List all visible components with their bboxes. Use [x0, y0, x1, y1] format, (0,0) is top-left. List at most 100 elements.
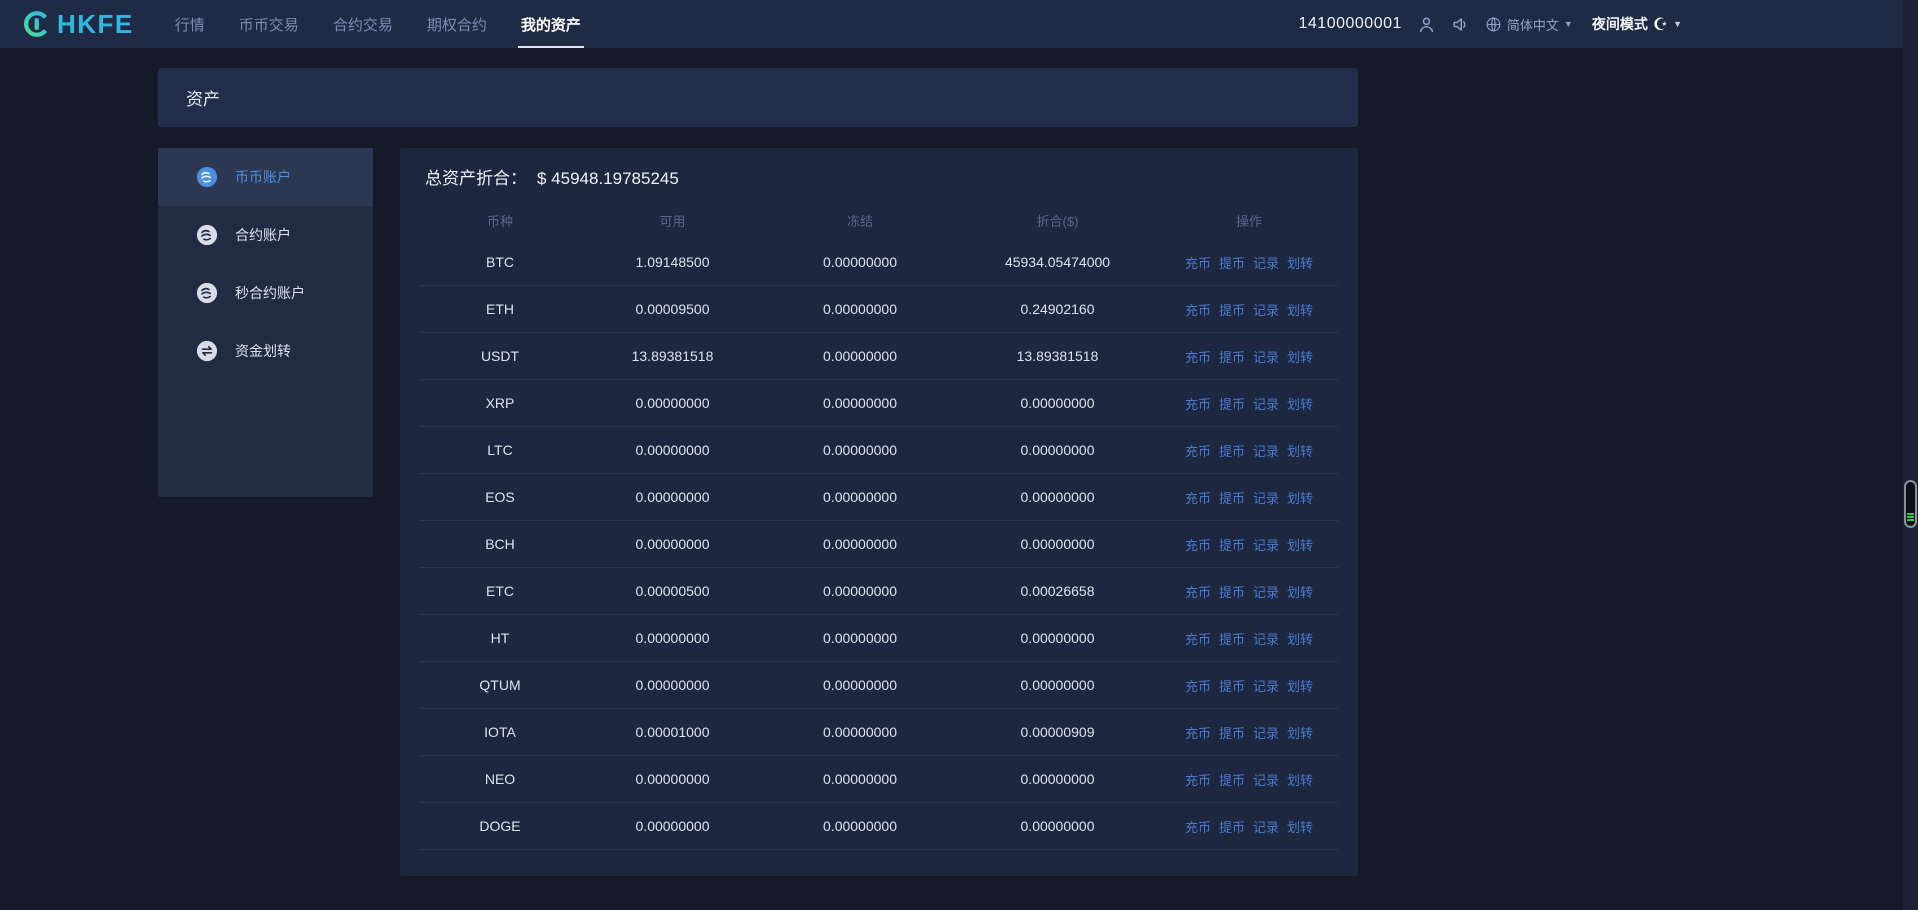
records-link[interactable]: 记录 [1253, 535, 1279, 554]
actions-cell: 充币提币记录划转 [1160, 770, 1338, 789]
deposit-link[interactable]: 充币 [1185, 441, 1211, 460]
converted-cell: 0.00026658 [955, 583, 1160, 599]
records-link[interactable]: 记录 [1253, 394, 1279, 413]
transfer-link[interactable]: 划转 [1287, 723, 1313, 742]
transfer-link[interactable]: 划转 [1287, 347, 1313, 366]
records-link[interactable]: 记录 [1253, 253, 1279, 272]
transfer-link[interactable]: 划转 [1287, 394, 1313, 413]
withdraw-link[interactable]: 提币 [1219, 723, 1245, 742]
frozen-cell: 0.00000000 [765, 301, 955, 317]
speaker-icon[interactable] [1451, 15, 1470, 34]
transfer-link[interactable]: 划转 [1287, 582, 1313, 601]
header-available: 可用 [580, 211, 765, 230]
sidebar-item-fund-transfer[interactable]: 资金划转 [158, 322, 373, 380]
withdraw-link[interactable]: 提币 [1219, 770, 1245, 789]
converted-cell: 45934.05474000 [955, 254, 1160, 270]
converted-cell: 0.00000909 [955, 724, 1160, 740]
header-frozen: 冻结 [765, 211, 955, 230]
transfer-link[interactable]: 划转 [1287, 253, 1313, 272]
frozen-cell: 0.00000000 [765, 818, 955, 834]
nav-item-spot-trade[interactable]: 币币交易 [222, 0, 316, 48]
total-assets-label: 总资产折合： [425, 164, 527, 189]
nav-item-contract-trade[interactable]: 合约交易 [316, 0, 410, 48]
withdraw-link[interactable]: 提币 [1219, 676, 1245, 695]
deposit-link[interactable]: 充币 [1185, 676, 1211, 695]
withdraw-link[interactable]: 提币 [1219, 347, 1245, 366]
records-link[interactable]: 记录 [1253, 347, 1279, 366]
available-cell: 0.00009500 [580, 301, 765, 317]
page-title: 资产 [186, 85, 220, 110]
deposit-link[interactable]: 充币 [1185, 347, 1211, 366]
actions-cell: 充币提币记录划转 [1160, 253, 1338, 272]
theme-selector[interactable]: 夜间模式 ☪ ▼ [1592, 14, 1682, 34]
transfer-link[interactable]: 划转 [1287, 629, 1313, 648]
deposit-link[interactable]: 充币 [1185, 629, 1211, 648]
withdraw-link[interactable]: 提币 [1219, 253, 1245, 272]
deposit-link[interactable]: 充币 [1185, 770, 1211, 789]
transfer-link[interactable]: 划转 [1287, 488, 1313, 507]
scrollbar-thumb[interactable] [1904, 480, 1917, 528]
records-link[interactable]: 记录 [1253, 582, 1279, 601]
sidebar-item-seconds-contract-account[interactable]: 秒合约账户 [158, 264, 373, 322]
nav-item-markets[interactable]: 行情 [158, 0, 222, 48]
available-cell: 0.00000000 [580, 630, 765, 646]
deposit-link[interactable]: 充币 [1185, 488, 1211, 507]
withdraw-link[interactable]: 提币 [1219, 535, 1245, 554]
deposit-link[interactable]: 充币 [1185, 394, 1211, 413]
logo-text: HKFE [57, 9, 134, 40]
coin-cell: DOGE [420, 818, 580, 834]
actions-cell: 充币提币记录划转 [1160, 394, 1338, 413]
records-link[interactable]: 记录 [1253, 488, 1279, 507]
language-selector[interactable]: 简体中文 ▼ [1485, 15, 1573, 34]
available-cell: 0.00000000 [580, 442, 765, 458]
user-icon[interactable] [1417, 15, 1436, 34]
deposit-link[interactable]: 充币 [1185, 300, 1211, 319]
converted-cell: 0.00000000 [955, 395, 1160, 411]
assets-table: 币种 可用 冻结 折合($) 操作 BTC 1.09148500 0.00000… [420, 201, 1338, 850]
actions-cell: 充币提币记录划转 [1160, 629, 1338, 648]
withdraw-link[interactable]: 提币 [1219, 817, 1245, 836]
records-link[interactable]: 记录 [1253, 629, 1279, 648]
records-link[interactable]: 记录 [1253, 441, 1279, 460]
coin-cell: QTUM [420, 677, 580, 693]
converted-cell: 0.00000000 [955, 771, 1160, 787]
nav-item-my-assets[interactable]: 我的资产 [504, 0, 598, 48]
withdraw-link[interactable]: 提币 [1219, 300, 1245, 319]
withdraw-link[interactable]: 提币 [1219, 582, 1245, 601]
deposit-link[interactable]: 充币 [1185, 535, 1211, 554]
table-row: IOTA 0.00001000 0.00000000 0.00000909 充币… [420, 709, 1338, 756]
sidebar-item-spot-account[interactable]: 币币账户 [158, 148, 373, 206]
converted-cell: 0.00000000 [955, 630, 1160, 646]
sidebar-item-contract-account[interactable]: 合约账户 [158, 206, 373, 264]
deposit-link[interactable]: 充币 [1185, 582, 1211, 601]
records-link[interactable]: 记录 [1253, 817, 1279, 836]
withdraw-link[interactable]: 提币 [1219, 488, 1245, 507]
transfer-link[interactable]: 划转 [1287, 770, 1313, 789]
transfer-link[interactable]: 划转 [1287, 441, 1313, 460]
scrollbar-track[interactable] [1903, 0, 1918, 910]
coin-cell: XRP [420, 395, 580, 411]
withdraw-link[interactable]: 提币 [1219, 629, 1245, 648]
deposit-link[interactable]: 充币 [1185, 723, 1211, 742]
transfer-link[interactable]: 划转 [1287, 676, 1313, 695]
account-id[interactable]: 14100000001 [1299, 15, 1402, 33]
deposit-link[interactable]: 充币 [1185, 253, 1211, 272]
withdraw-link[interactable]: 提币 [1219, 394, 1245, 413]
logo[interactable]: HKFE [22, 9, 134, 40]
records-link[interactable]: 记录 [1253, 723, 1279, 742]
actions-cell: 充币提币记录划转 [1160, 488, 1338, 507]
records-link[interactable]: 记录 [1253, 676, 1279, 695]
transfer-link[interactable]: 划转 [1287, 535, 1313, 554]
coin-cell: ETH [420, 301, 580, 317]
deposit-link[interactable]: 充币 [1185, 817, 1211, 836]
frozen-cell: 0.00000000 [765, 630, 955, 646]
converted-cell: 0.24902160 [955, 301, 1160, 317]
transfer-link[interactable]: 划转 [1287, 817, 1313, 836]
records-link[interactable]: 记录 [1253, 300, 1279, 319]
records-link[interactable]: 记录 [1253, 770, 1279, 789]
nav-item-options-contract[interactable]: 期权合约 [410, 0, 504, 48]
transfer-link[interactable]: 划转 [1287, 300, 1313, 319]
converted-cell: 0.00000000 [955, 489, 1160, 505]
withdraw-link[interactable]: 提币 [1219, 441, 1245, 460]
logo-icon [22, 9, 52, 39]
